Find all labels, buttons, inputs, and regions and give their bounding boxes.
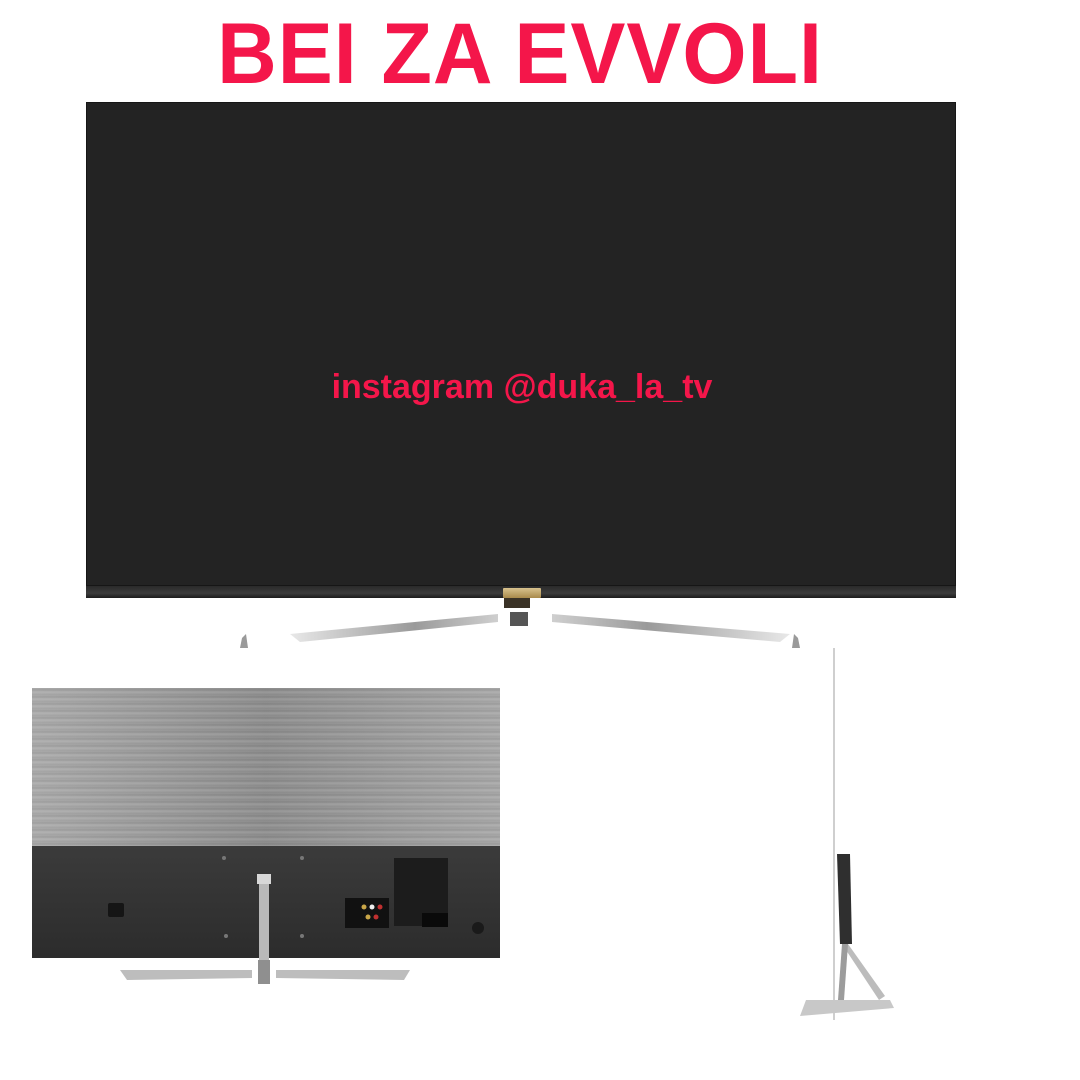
promo-headline: BEI ZA EVVOLI <box>217 6 823 102</box>
tv-stand-front <box>240 598 800 648</box>
back-details <box>108 856 484 984</box>
instagram-handle: instagram @duka_la_tv <box>331 368 713 406</box>
tv-logo-badge <box>503 588 541 598</box>
tv-side-view <box>800 648 894 1020</box>
tv-screen: instagram @duka_la_tv <box>86 102 956 586</box>
tv-back-view <box>32 688 502 988</box>
tv-front-view: instagram @duka_la_tv <box>86 102 956 602</box>
